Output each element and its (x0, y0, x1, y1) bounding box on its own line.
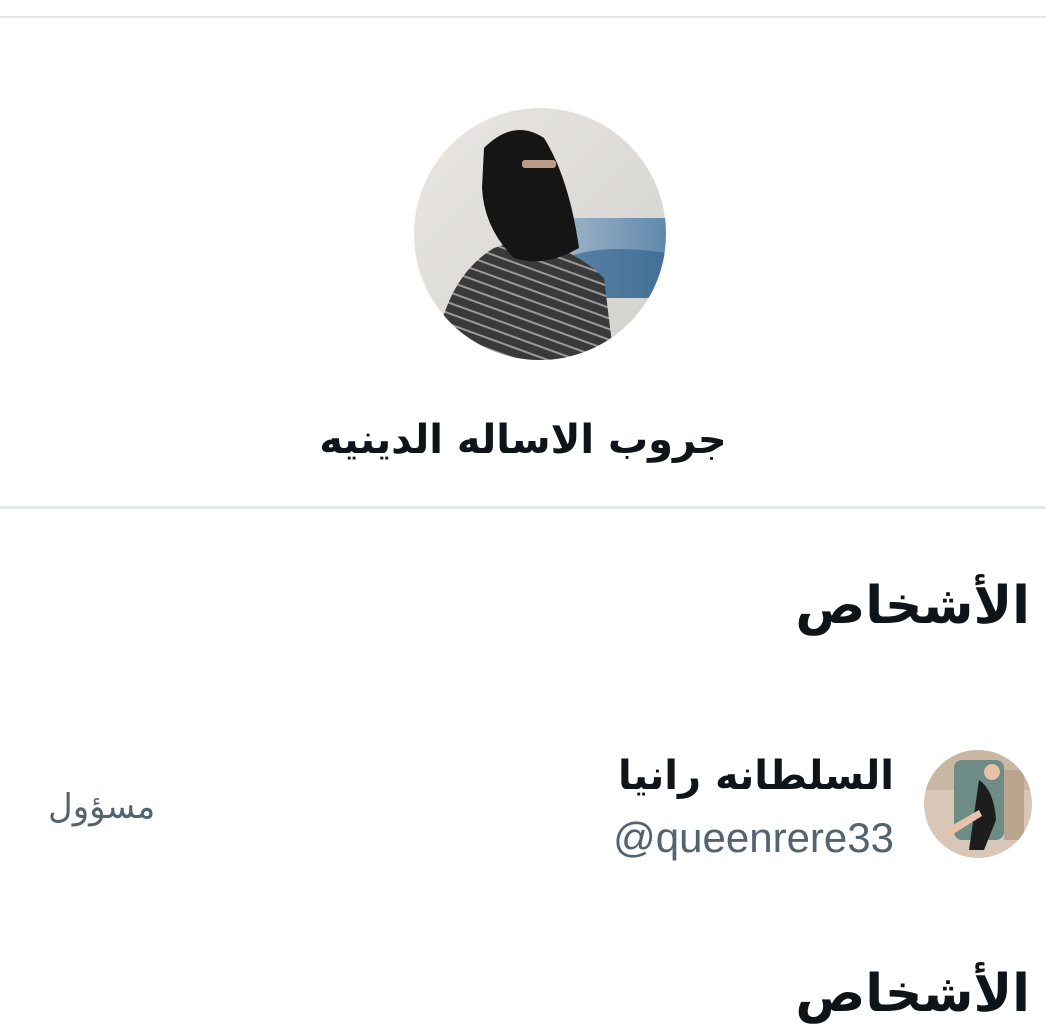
member-name: السلطانه رانيا (617, 753, 894, 799)
member-row[interactable]: السلطانه رانيا @queenrere33 مسؤول (0, 740, 1046, 870)
group-name: جروب الاساله الدينيه (319, 417, 727, 463)
member-handle: @queenrere33 (613, 814, 894, 861)
group-header: جروب الاساله الدينيه (0, 18, 1046, 506)
people-section-title: الأشخاص (795, 576, 1030, 636)
next-section-title: الأشخاص (795, 964, 1030, 1024)
group-avatar[interactable] (414, 108, 666, 360)
group-avatar-image (414, 108, 666, 360)
member-role-label: مسؤول (48, 787, 156, 827)
member-avatar-image (924, 750, 1032, 858)
section-divider (0, 506, 1046, 509)
member-avatar[interactable] (924, 750, 1032, 858)
